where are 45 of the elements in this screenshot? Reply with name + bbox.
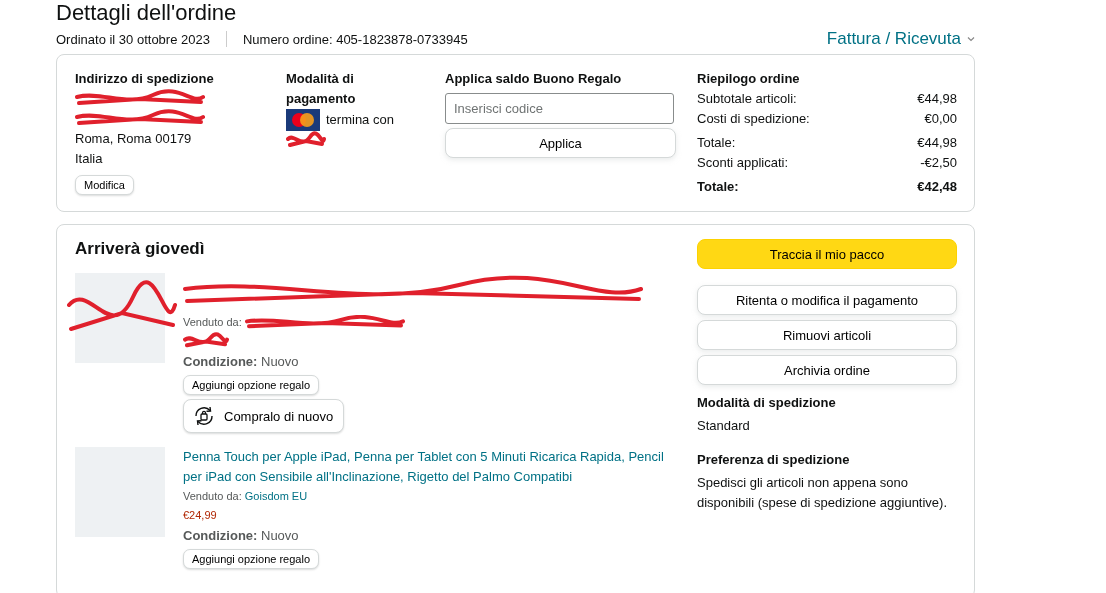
gift-option-button[interactable]: Aggiungi opzione regalo <box>183 375 320 395</box>
summary-value: €44,98 <box>917 90 957 108</box>
edit-button[interactable]: Modifica <box>75 175 134 195</box>
address-line: Roma, Roma 00179 <box>75 130 193 148</box>
invoice-dropdown[interactable]: Fattura / Ricevuta <box>826 29 975 49</box>
summary-label: Sconti applicati: <box>697 154 789 172</box>
seller-text: Venduto da: Goisdom EU <box>183 489 308 504</box>
summary-label: Subtotale articoli: <box>697 90 797 108</box>
summary-label: Totale: <box>697 178 739 196</box>
condition-text: Condizione: Nuovo <box>183 353 300 371</box>
summary-label: Totale: <box>697 134 736 152</box>
gift-option-button[interactable]: Aggiungi opzione regalo <box>183 549 320 569</box>
condition-text: Condizione: Nuovo <box>183 527 300 545</box>
shipping-preference-text: Spedisci gli articoli non appena sono disponibili (spese di spedizione aggiuntive). <box>697 474 949 512</box>
action-button[interactable]: Traccia il mio pacco <box>697 239 957 269</box>
caret-icon <box>967 36 975 42</box>
product-title-link[interactable]: Penna Touch per Apple iPad, Penna per Tablet con 5 Minuti Ricarica Rapida, Pencil per iPad con Sensibile all'Inclinazione, Rigetto del Palmo Compatibi <box>183 447 665 487</box>
section-heading: Preferenza di spedizione <box>697 451 851 469</box>
section-heading: Indirizzo di spedizione <box>75 70 215 88</box>
product-price: €24,99 <box>183 508 218 523</box>
order-number: Numero ordine: 405-1823878-0733945 <box>242 31 468 47</box>
summary-value: €0,00 <box>924 110 957 128</box>
action-button[interactable]: Archivia ordine <box>697 355 957 385</box>
section-heading: Modalità di spedizione <box>697 394 837 412</box>
delivery-heading: Arriverà giovedì <box>75 239 206 259</box>
apply-button[interactable]: Applica <box>445 128 676 158</box>
seller-link[interactable]: Goisdom EU <box>244 490 308 502</box>
summary-value: €44,98 <box>917 134 957 152</box>
card-logo-icon <box>286 109 320 131</box>
summary-label: Costi di spedizione: <box>697 110 810 128</box>
shipping-method-value: Standard <box>697 417 751 435</box>
action-button[interactable]: Ritenta o modifica il pagamento <box>697 285 957 315</box>
order-date: Ordinato il 30 ottobre 2023 <box>56 31 210 47</box>
summary-value: €42,48 <box>917 178 957 196</box>
address-line: Italia <box>75 150 104 168</box>
seller-text: Venduto da: <box>183 315 242 330</box>
reorder-icon <box>192 404 216 428</box>
section-heading: Riepilogo ordine <box>697 70 801 88</box>
section-heading: Applica saldo Buono Regalo <box>445 70 623 88</box>
buy-again-button[interactable]: Compralo di nuovo <box>183 399 345 433</box>
gift-code-field[interactable]: Inserisci codice <box>445 93 674 124</box>
action-button[interactable]: Rimuovi articoli <box>697 320 957 350</box>
page-title: Dettagli dell'ordine <box>56 0 238 26</box>
card-text: termina con <box>326 111 394 129</box>
summary-value: -€2,50 <box>920 154 957 172</box>
